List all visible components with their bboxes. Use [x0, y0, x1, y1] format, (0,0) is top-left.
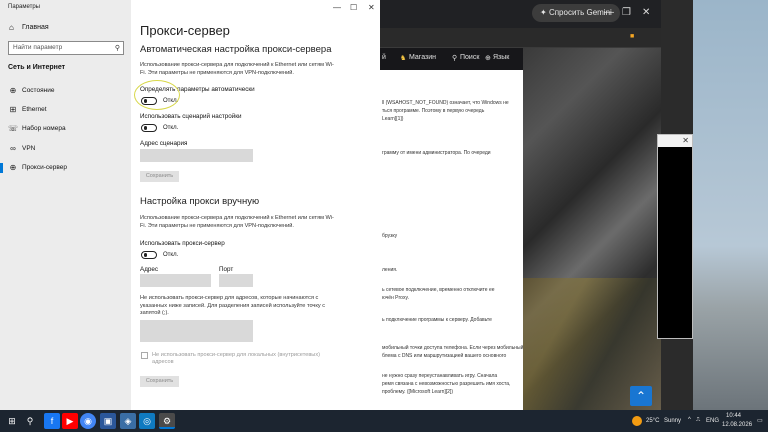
script-address-label: Адрес сценария: [140, 140, 188, 147]
article-body: ll (WSAHOST_NOT_FOUND) означает, что Win…: [380, 70, 523, 410]
taskbar: ⊞ ⚲ f ▶ ◉ ▣ ◈ ◎ ⚙ 25°C Sunny ^ ⎍ ENG 10:…: [0, 410, 768, 432]
globe-icon: ⊕: [9, 86, 17, 95]
close-icon[interactable]: ✕: [658, 135, 692, 147]
gemini-icon: ✦: [540, 8, 547, 17]
shop-link[interactable]: Магазин: [409, 54, 436, 61]
settings-window: Параметры ⌂ Главная Найти параметр ⚲ Сет…: [0, 0, 380, 410]
background-artwork: [523, 48, 661, 410]
local-bypass-label: Не использовать прокси-сервер для локаль…: [152, 352, 320, 365]
site-nav-text: й: [382, 54, 386, 61]
proxy-address-input[interactable]: [140, 274, 211, 287]
network-app-icon[interactable]: ◈: [120, 413, 136, 429]
manual-section-description: Использование прокси-сервера для подключ…: [140, 215, 334, 229]
article-line: Learn][1]): [382, 116, 404, 122]
globe-icon: ⊕: [485, 55, 491, 62]
clock-date[interactable]: 12.08.2026: [722, 422, 752, 428]
language-indicator[interactable]: ENG: [706, 418, 719, 424]
app-icon[interactable]: ▣: [100, 413, 116, 429]
network-icon[interactable]: ⎍: [696, 417, 700, 424]
clock-time[interactable]: 10:44: [726, 413, 741, 419]
scroll-to-top-button[interactable]: ⌃: [630, 386, 652, 406]
setup-script-state: Откл.: [163, 125, 179, 131]
settings-sidebar: Параметры ⌂ Главная Найти параметр ⚲ Сет…: [0, 0, 131, 410]
article-line: ючён Proxy.: [382, 295, 409, 301]
notifications-icon[interactable]: ▭: [757, 417, 763, 424]
settings-search-input[interactable]: Найти параметр ⚲: [8, 41, 124, 55]
article-line: ться программе. Поэтому в первую очередь: [382, 108, 485, 114]
exceptions-input[interactable]: [140, 320, 253, 342]
bookmarks-bar: ■: [380, 28, 661, 48]
bookmark-icon[interactable]: ■: [630, 33, 634, 40]
youtube-icon[interactable]: ▶: [62, 413, 78, 429]
shop-icon: ♞: [400, 55, 407, 62]
proxy-port-label: Порт: [219, 266, 234, 273]
tray-chevron-icon[interactable]: ^: [688, 417, 691, 423]
facebook-icon[interactable]: f: [44, 413, 60, 429]
search-icon[interactable]: ⚲: [22, 413, 38, 429]
article-line: брузку: [382, 233, 398, 239]
vpn-icon: ∞: [10, 144, 16, 153]
setup-script-label: Использовать сценарий настройки: [140, 113, 242, 120]
browser-tab-strip: ✦ Спросить Gemini — ❐ ✕: [380, 0, 661, 28]
app-title: Параметры: [8, 4, 40, 10]
restore-icon[interactable]: ❐: [622, 7, 631, 19]
globe-icon: ⊕: [9, 163, 17, 172]
article-line: мобильный точки доступа телефона. Если ч…: [382, 345, 524, 351]
sidebar-item-ethernet[interactable]: ⊞ Ethernet: [0, 102, 131, 118]
use-proxy-label: Использовать прокси-сервер: [140, 240, 225, 247]
article-line: проблему. ([Microsoft Learn][2]): [382, 389, 454, 395]
ethernet-icon: ⊞: [9, 105, 17, 114]
sidebar-item-vpn[interactable]: ∞ VPN: [0, 141, 131, 157]
site-search-link[interactable]: Поиск: [460, 54, 479, 61]
start-windows-icon[interactable]: ⊞: [4, 413, 20, 429]
section-title: Сеть и Интернет: [8, 64, 66, 71]
save-manual-button[interactable]: Сохранить: [140, 376, 179, 387]
article-line: ления.: [382, 267, 398, 273]
article-line: не нужно сразу переустанавливать игру. С…: [382, 373, 498, 379]
settings-content: Прокси-сервер Автоматическая настройка п…: [131, 0, 380, 410]
article-line: ll (WSAHOST_NOT_FOUND) означает, что Win…: [382, 100, 509, 106]
script-address-input[interactable]: [140, 149, 253, 162]
weather-temperature: 25°C: [646, 418, 660, 424]
sidebar-item-proxy[interactable]: ⊕ Прокси-сервер: [0, 160, 131, 176]
minimize-icon[interactable]: —: [604, 7, 614, 19]
highlight-circle-annotation: [134, 80, 180, 110]
use-proxy-toggle[interactable]: [141, 251, 157, 259]
weather-description: Sunny: [664, 418, 682, 424]
chrome-icon[interactable]: ◉: [80, 413, 96, 429]
close-icon[interactable]: ✕: [642, 7, 650, 19]
article-line: ь сетевое подключение, временно отключит…: [382, 287, 495, 293]
article-line: грамму от имени администратора. По очере…: [382, 150, 491, 156]
article-line: блема с DNS или маршрутизацией вашего ос…: [382, 353, 507, 359]
auto-section-heading: Автоматическая настройка прокси-сервера: [140, 44, 332, 55]
phone-icon: ☏: [8, 124, 19, 133]
setup-script-toggle[interactable]: [141, 124, 157, 132]
proxy-address-label: Адрес: [140, 266, 159, 273]
manual-section-heading: Настройка прокси вручную: [140, 196, 260, 207]
save-script-button[interactable]: Сохранить: [140, 171, 179, 182]
weather-sun-icon: [632, 416, 642, 426]
proxy-port-input[interactable]: [219, 274, 253, 287]
steam-icon[interactable]: ◎: [139, 413, 155, 429]
chevron-up-icon: ⌃: [635, 389, 647, 403]
console-window[interactable]: ✕: [657, 134, 693, 339]
exceptions-description: Не использовать прокси-сервер для адресо…: [140, 295, 326, 316]
search-icon: ⚲: [114, 45, 120, 52]
page-title: Прокси-сервер: [140, 23, 230, 38]
settings-gear-icon[interactable]: ⚙: [159, 413, 175, 429]
language-link[interactable]: Язык: [493, 54, 509, 61]
local-bypass-checkbox[interactable]: [141, 352, 148, 359]
article-line: ремя связана с невозможностью разрешить …: [382, 381, 511, 387]
home-link[interactable]: ⌂ Главная: [8, 22, 123, 36]
article-line: ь подключение программы к серверу. Добав…: [382, 317, 492, 323]
auto-section-description: Использование прокси-сервера для подключ…: [140, 62, 334, 76]
desktop-wallpaper: [693, 0, 768, 410]
sidebar-item-dialup[interactable]: ☏ Набор номера: [0, 121, 131, 137]
home-icon: ⌂: [9, 23, 14, 32]
browser-window: ✦ Спросить Gemini — ❐ ✕ ■ й ♞ Магазин ⚲ …: [380, 0, 661, 410]
sidebar-item-status[interactable]: ⊕ Состояние: [0, 83, 131, 99]
search-icon: ⚲: [452, 55, 458, 62]
use-proxy-state: Откл.: [163, 252, 179, 258]
